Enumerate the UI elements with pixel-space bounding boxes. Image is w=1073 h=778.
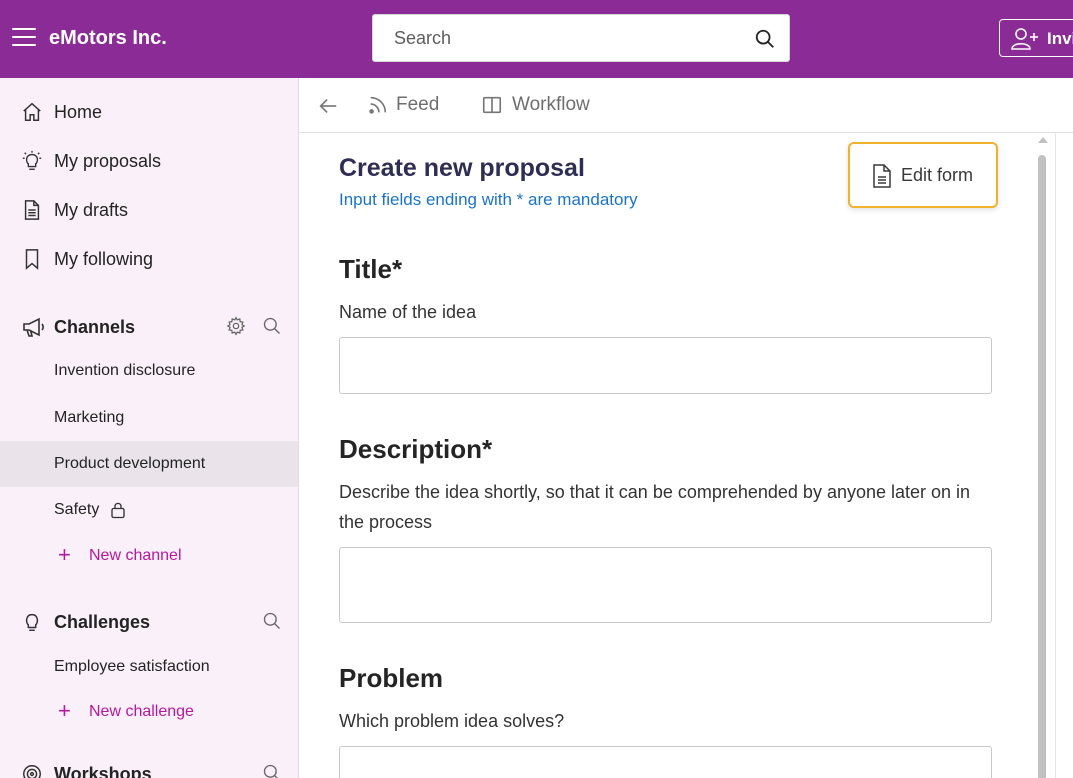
channel-item-label: Product development (54, 455, 206, 472)
sidebar-item-label: Home (54, 102, 103, 122)
megaphone-icon (23, 317, 44, 337)
hamburger-menu-icon[interactable] (12, 28, 36, 48)
sidebar-item-label: My proposals (54, 151, 162, 171)
mandatory-fields-note: Input fields ending with * are mandatory (339, 190, 638, 209)
panel-divider (1055, 133, 1056, 778)
proposal-form: Create new proposal Input fields ending … (299, 133, 1055, 778)
problem-textarea[interactable] (339, 746, 992, 778)
workshops-title: Workshops (54, 764, 152, 778)
lightbulb-icon (22, 150, 42, 170)
description-textarea[interactable] (339, 547, 992, 623)
new-challenge-label: New challenge (89, 703, 194, 720)
search-icon[interactable] (262, 316, 282, 336)
new-challenge-button[interactable]: + New challenge (0, 693, 298, 733)
scrollbar-thumb[interactable] (1038, 155, 1046, 778)
channel-item-marketing[interactable]: Marketing (0, 395, 298, 441)
document-icon (24, 200, 40, 220)
tab-label: Workflow (512, 94, 590, 115)
gear-icon[interactable] (226, 316, 246, 336)
sidebar-item-my-following[interactable]: My following (0, 237, 298, 281)
channel-item-label: Safety (54, 501, 100, 518)
sidebar-item-label: My drafts (54, 200, 129, 220)
workshops-section-header: Workshops (0, 754, 298, 778)
lightbulb-icon (25, 613, 39, 631)
scrollbar[interactable] (1036, 133, 1050, 778)
back-arrow-icon[interactable] (317, 95, 339, 117)
tab-label: Feed (396, 94, 440, 115)
search-icon[interactable] (754, 28, 776, 50)
bookmark-icon (25, 249, 39, 270)
edit-form-button[interactable]: Edit form (848, 142, 998, 208)
challenge-item-employee-satisfaction[interactable]: Employee satisfaction (0, 644, 298, 690)
brand-name: eMotors Inc. (49, 27, 167, 49)
document-icon (873, 164, 891, 188)
plus-icon: + (58, 698, 71, 723)
target-icon (23, 765, 41, 778)
field-description-heading: Description* (339, 434, 493, 464)
sidebar-item-home[interactable]: Home (0, 90, 298, 134)
search-icon[interactable] (262, 611, 282, 631)
search-input[interactable] (373, 15, 743, 61)
new-channel-label: New channel (89, 547, 182, 564)
field-description-description: Describe the idea shortly, so that it ca… (339, 482, 971, 532)
home-icon (23, 102, 41, 121)
sidebar: Home My proposals My drafts My following… (0, 78, 299, 778)
invite-label: Invi (1047, 29, 1073, 48)
edit-form-label: Edit form (901, 165, 974, 185)
challenges-section-header: Challenges (0, 602, 298, 642)
tab-workflow[interactable]: Workflow (481, 78, 621, 132)
top-bar: eMotors Inc. Invi (0, 0, 1073, 78)
channels-title: Channels (54, 317, 136, 337)
page-title: Create new proposal (339, 154, 585, 182)
tab-bar: Feed Workflow (299, 78, 1073, 133)
channel-item-label: Marketing (54, 409, 125, 426)
new-channel-button[interactable]: + New channel (0, 537, 298, 577)
channel-item-label: Invention disclosure (54, 362, 196, 379)
tab-feed[interactable]: Feed (367, 78, 457, 132)
search-box (372, 14, 790, 62)
challenge-item-label: Employee satisfaction (54, 658, 210, 675)
scroll-up-arrow-icon[interactable] (1038, 137, 1048, 143)
field-title-description: Name of the idea (339, 302, 477, 322)
invite-button[interactable]: Invi (999, 19, 1073, 57)
plus-icon: + (58, 542, 71, 567)
sidebar-item-my-proposals[interactable]: My proposals (0, 139, 298, 183)
field-problem-description: Which problem idea solves? (339, 711, 565, 731)
challenges-title: Challenges (54, 612, 151, 632)
channel-item-safety[interactable]: Safety (0, 487, 298, 533)
lock-icon (111, 502, 125, 519)
channel-item-invention-disclosure[interactable]: Invention disclosure (0, 348, 298, 394)
field-title-heading: Title* (339, 254, 403, 284)
rss-feed-icon (369, 96, 387, 114)
search-icon[interactable] (262, 763, 282, 778)
columns-icon (482, 96, 502, 114)
field-problem-heading: Problem (339, 663, 444, 693)
sidebar-item-my-drafts[interactable]: My drafts (0, 188, 298, 232)
channels-section-header: Channels (0, 307, 298, 347)
channel-item-product-development[interactable]: Product development (0, 441, 298, 487)
title-input[interactable] (339, 337, 992, 394)
sidebar-item-label: My following (54, 249, 154, 269)
add-user-icon (1011, 28, 1038, 50)
